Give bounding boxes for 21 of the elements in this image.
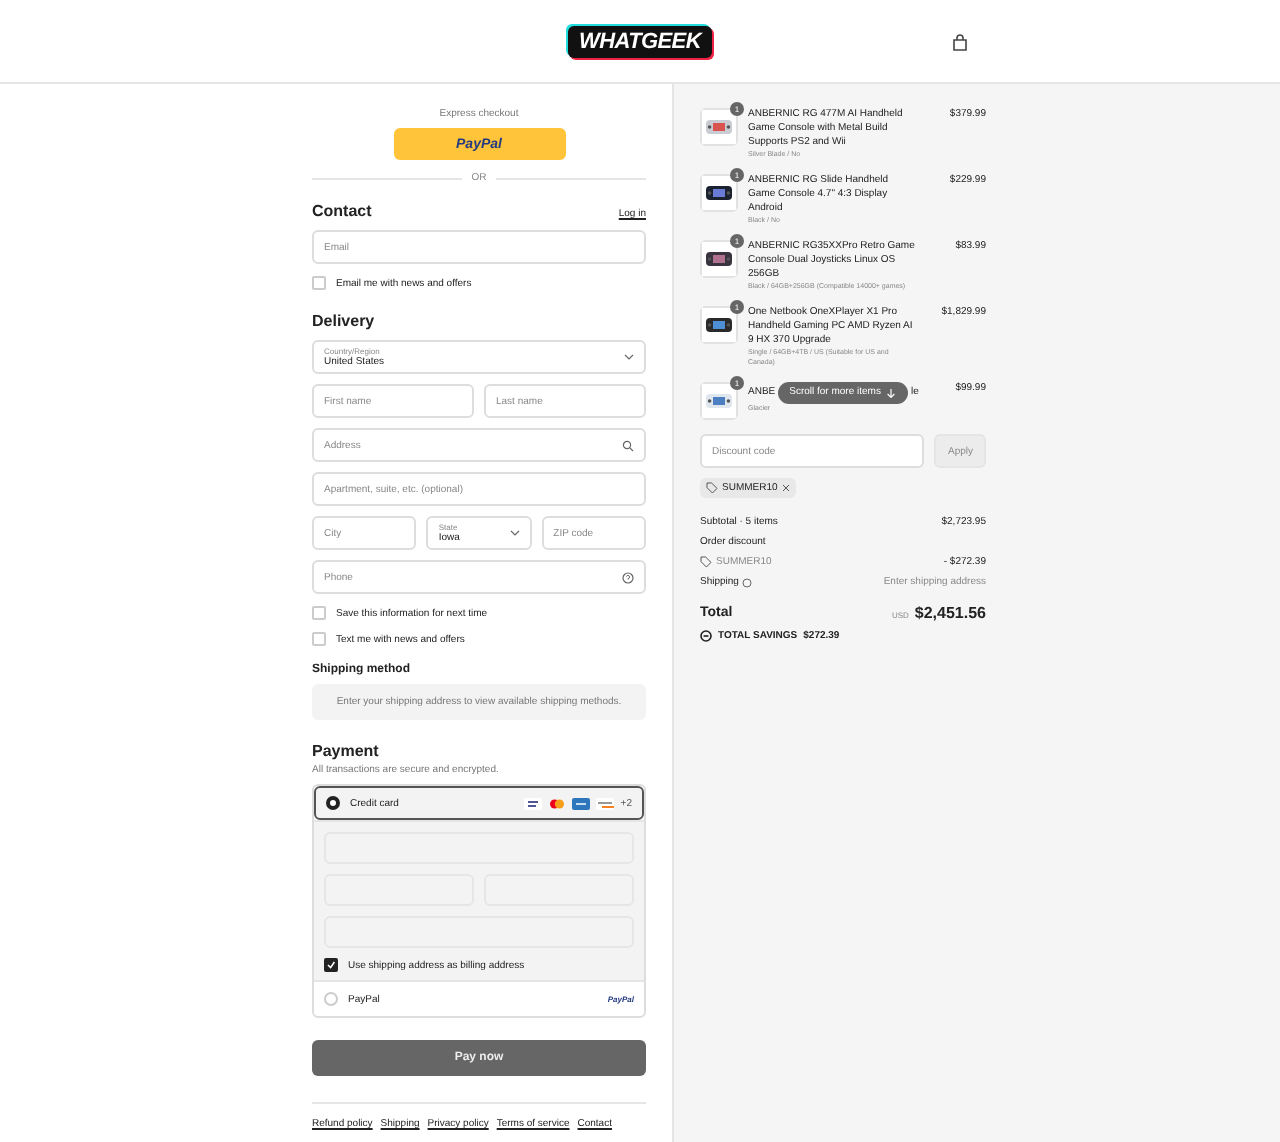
arrow-down-icon bbox=[886, 388, 897, 398]
check-icon bbox=[326, 960, 336, 970]
logo[interactable]: WHATGEEK bbox=[567, 25, 713, 57]
close-icon bbox=[781, 484, 790, 492]
card-brand-icon bbox=[596, 797, 615, 809]
total-value: $2,451.56 bbox=[914, 604, 986, 622]
savings-icon bbox=[700, 630, 712, 642]
card-brand-icon bbox=[524, 797, 543, 809]
section-title: Contact bbox=[312, 202, 372, 220]
tag-icon bbox=[700, 556, 712, 568]
card-brand-icon bbox=[548, 797, 567, 809]
bag-icon[interactable] bbox=[952, 34, 968, 52]
section-title: Payment bbox=[312, 742, 381, 760]
radio-button[interactable] bbox=[326, 796, 340, 810]
card-brand-icon bbox=[572, 797, 591, 809]
chevron-down-icon bbox=[624, 354, 634, 360]
checkbox[interactable] bbox=[324, 958, 338, 972]
tag-icon bbox=[706, 482, 718, 494]
chevron-down-icon bbox=[509, 530, 520, 536]
section-title: Delivery bbox=[312, 312, 377, 330]
search-icon bbox=[622, 439, 634, 451]
